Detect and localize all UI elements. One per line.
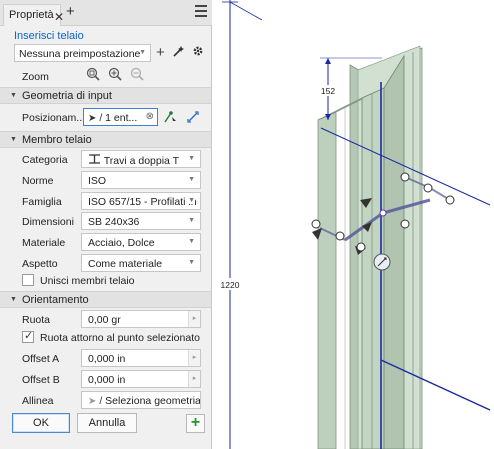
rotate-value: 0,00 gr [88, 314, 121, 326]
dim-152-label: 152 [321, 86, 335, 96]
family-label: Famiglia [22, 196, 62, 208]
hamburger-menu-icon[interactable] [195, 5, 207, 20]
handle-point [335, 231, 345, 241]
handle-point [356, 242, 366, 252]
stepper-icon[interactable]: ▸ [188, 350, 200, 366]
appearance-value: Come materiale [88, 258, 163, 270]
offset-a-input[interactable]: 0,000 in ▸ [81, 349, 201, 367]
beam-left-flange [317, 111, 337, 449]
dim-152-arrow-icon [325, 58, 331, 64]
offset-a-label: Offset A [22, 353, 60, 365]
viewport-drawing: 1220 152 [220, 0, 491, 449]
category-value: Travi a doppia T [103, 155, 180, 167]
graphics-viewport[interactable]: 1220 152 [213, 0, 494, 449]
chevron-down-icon: ▼ [139, 49, 146, 56]
cancel-button[interactable]: Annulla [77, 413, 137, 433]
dim-1220-label: 1220 [221, 280, 240, 290]
size-dropdown[interactable]: SB 240x36 ▼ [81, 212, 201, 230]
tab-properties[interactable]: Proprietà ✕ [3, 4, 64, 26]
offset-b-value: 0,000 in [88, 374, 126, 386]
rotate-about-point-label: Ruota attorno al punto selezionato [40, 332, 200, 344]
merge-members-checkbox[interactable] [22, 274, 34, 286]
section-frame-member[interactable]: ▼ Membro telaio [0, 131, 211, 148]
align-selector[interactable]: ➤ / Seleziona geometria [81, 391, 201, 409]
standard-label: Norme [22, 175, 54, 187]
category-dropdown[interactable]: Travi a doppia T ▼ [81, 150, 201, 168]
chevron-down-icon: ▼ [186, 197, 195, 204]
zoom-label: Zoom [22, 71, 49, 83]
panel-tab-bar: Proprietà ✕ + [0, 0, 212, 26]
add-preset-icon[interactable]: + [156, 44, 165, 61]
tab-title: Proprietà [9, 9, 54, 21]
line-icon: / [99, 395, 103, 407]
stepper-icon[interactable]: ▸ [188, 371, 200, 387]
section-title: Geometria di input [22, 90, 112, 102]
add-tab-icon[interactable]: + [66, 3, 75, 20]
i-beam-icon [88, 154, 104, 167]
material-label: Materiale [22, 237, 66, 249]
section-orientation[interactable]: ▼ Orientamento [0, 291, 211, 308]
handle-point [400, 172, 410, 182]
chevron-down-icon: ▼ [188, 259, 195, 266]
family-value: ISO 657/15 - Profilati in a [88, 196, 201, 208]
zoom-fit-icon[interactable] [86, 67, 100, 84]
handle-point [423, 183, 433, 193]
wand-icon[interactable] [173, 45, 185, 60]
chevron-down-icon: ▼ [188, 217, 195, 224]
pointer-arrow-icon: ➤ [88, 113, 97, 124]
offset-b-input[interactable]: 0,000 in ▸ [81, 370, 201, 388]
section-input-geometry[interactable]: ▼ Geometria di input [0, 87, 211, 104]
select-points-icon[interactable] [163, 110, 178, 127]
align-value: Seleziona geometria [105, 395, 201, 407]
close-icon[interactable]: ✕ [54, 10, 64, 24]
gear-icon[interactable] [192, 45, 204, 60]
material-value: Acciaio, Dolce [88, 237, 155, 249]
rotate-input[interactable]: 0,00 gr ▸ [81, 310, 201, 328]
standard-value: ISO [88, 175, 107, 187]
stepper-icon[interactable]: ▸ [188, 311, 200, 327]
standard-dropdown[interactable]: ISO ▼ [81, 171, 201, 189]
merge-members-label: Unisci membri telaio [40, 275, 135, 287]
material-dropdown[interactable]: Acciaio, Dolce ▼ [81, 233, 201, 251]
zoom-in-icon[interactable] [108, 67, 122, 84]
position-label: Posizionam... [22, 112, 86, 124]
appearance-dropdown[interactable]: Come materiale ▼ [81, 254, 201, 272]
size-value: SB 240x36 [88, 216, 140, 228]
beam-front-flange-inner [383, 54, 405, 449]
properties-panel: Proprietà ✕ + Inserisci telaio Nessuna p… [0, 0, 212, 449]
rotate-about-point-checkbox[interactable] [22, 329, 34, 343]
chevron-down-icon: ▼ [188, 176, 195, 183]
position-value: 1 ent... [105, 112, 138, 124]
zoom-out-icon[interactable] [130, 67, 144, 84]
collapse-triangle-icon: ▼ [10, 92, 17, 99]
offset-a-value: 0,000 in [88, 353, 126, 365]
collapse-triangle-icon: ▼ [10, 136, 17, 143]
collapse-triangle-icon: ▼ [10, 296, 17, 303]
position-selector[interactable]: ➤ / 1 ent... ⊗ [83, 108, 158, 126]
section-title: Orientamento [22, 294, 89, 306]
line-icon: / [99, 112, 103, 124]
apply-add-button[interactable]: + [186, 414, 205, 433]
flip-icon[interactable] [186, 110, 200, 127]
section-title: Membro telaio [22, 134, 92, 146]
handle-point [311, 219, 321, 229]
dim-1220-leader [229, 1, 263, 21]
chevron-down-icon: ▼ [188, 155, 195, 162]
ok-button[interactable]: OK [12, 413, 70, 433]
handle-center-point [379, 209, 387, 217]
offset-b-label: Offset B [22, 374, 60, 386]
rotate-label: Ruota [22, 314, 51, 326]
pointer-arrow-icon: ➤ [88, 396, 97, 407]
size-label: Dimensioni [22, 216, 74, 228]
align-label: Allinea [22, 395, 54, 407]
preset-dropdown[interactable]: Nessuna preimpostazione ▼ [14, 44, 151, 62]
preset-value: Nessuna preimpostazione [19, 48, 141, 60]
appearance-label: Aspetto [22, 258, 58, 270]
family-dropdown[interactable]: ISO 657/15 - Profilati in a ▼ [81, 192, 201, 210]
chevron-down-icon: ▼ [188, 238, 195, 245]
handle-point [445, 195, 455, 205]
clear-icon[interactable]: ⊗ [146, 111, 154, 122]
category-label: Categoria [22, 154, 68, 166]
handle-point [400, 219, 410, 229]
